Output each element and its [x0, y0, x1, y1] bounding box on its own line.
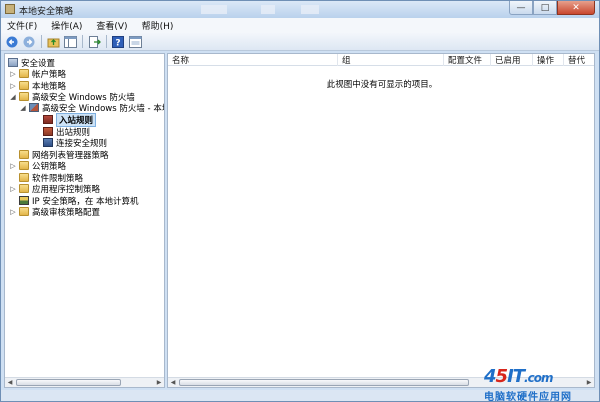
folder-icon [19, 207, 29, 216]
up-one-level-button[interactable] [46, 35, 60, 49]
column-header-enabled[interactable]: 已启用 [491, 54, 533, 66]
app-window: 本地安全策略 — □ ✕ 文件(F) 操作(A) 查看(V) 帮助(H) ? 安… [0, 0, 600, 402]
column-header-name[interactable]: 名称 [168, 54, 338, 66]
minimize-icon: — [516, 2, 526, 13]
forward-button[interactable] [22, 35, 36, 49]
collapse-icon[interactable]: ◢ [19, 104, 27, 112]
tree-item[interactable]: ◢ 高级安全 Windows 防火墙 [9, 91, 135, 103]
toolbar-separator [106, 35, 107, 48]
folder-icon [19, 81, 29, 90]
scrollbar-thumb[interactable] [16, 379, 121, 386]
tree-item[interactable]: ▷ 高级审核策略配置 [9, 206, 101, 218]
tree-item[interactable]: 软件限制策略 [19, 172, 83, 184]
expand-icon[interactable]: ▷ [9, 208, 17, 216]
security-settings-icon [8, 58, 18, 67]
title-bar-artifact [261, 5, 275, 14]
tree-item[interactable]: IP 安全策略，在 本地计算机 [19, 195, 139, 207]
console-tree[interactable]: 安全设置 ▷ 帐户策略 ▷ 本地策略 ◢ 高级安全 Windows 防火墙 ◢ … [4, 53, 165, 388]
site-watermark: 45IT.com 电脑软硬件应用网 [478, 366, 596, 402]
menu-help[interactable]: 帮助(H) [142, 19, 174, 32]
watermark-subtitle: 电脑软硬件应用网 [484, 392, 572, 402]
up-folder-icon [47, 38, 59, 47]
scroll-left-icon[interactable]: ◀ [168, 378, 178, 387]
tree-item[interactable]: ▷ 帐户策略 [9, 68, 67, 80]
tree-item[interactable]: ▷ 本地策略 [9, 80, 66, 92]
tree-item[interactable]: ▷ 公钥策略 [9, 160, 67, 172]
expand-icon[interactable]: ▷ [9, 82, 17, 90]
tree-item[interactable]: 网络列表管理器策略 [19, 149, 109, 161]
tree-item-label: 帐户策略 [32, 69, 67, 80]
column-header-profile[interactable]: 配置文件 [444, 54, 491, 66]
menu-file[interactable]: 文件(F) [7, 19, 37, 32]
firewall-icon [29, 103, 39, 112]
close-icon: ✕ [572, 2, 580, 13]
folder-icon [19, 173, 29, 182]
folder-icon [19, 184, 29, 193]
scroll-left-icon[interactable]: ◀ [5, 378, 15, 387]
tree-item[interactable]: 出站规则 [43, 126, 90, 138]
expand-icon[interactable]: ▷ [9, 70, 17, 78]
show-hide-tree-button[interactable] [63, 35, 77, 49]
collapse-icon[interactable]: ◢ [9, 93, 17, 101]
menu-view[interactable]: 查看(V) [96, 19, 127, 32]
connection-security-icon [43, 138, 53, 147]
outbound-rules-icon [43, 127, 53, 136]
tree-item-label: 入站规则 [56, 112, 97, 127]
help-button[interactable]: ? [111, 35, 125, 49]
minimize-button[interactable]: — [509, 1, 533, 15]
title-bar-artifact [301, 5, 319, 14]
app-icon [5, 4, 15, 14]
folder-icon [19, 150, 29, 159]
expand-icon[interactable]: ▷ [9, 185, 17, 193]
back-icon [6, 36, 18, 47]
list-header: 名称 组 配置文件 已启用 操作 替代 [168, 54, 594, 66]
title-bar-artifact [201, 5, 227, 14]
tree-item-label: 应用程序控制策略 [32, 184, 101, 195]
expand-icon[interactable]: ▷ [9, 162, 17, 170]
folder-icon [19, 92, 29, 101]
title-bar[interactable]: 本地安全策略 — □ ✕ [1, 1, 599, 18]
window-controls: — □ ✕ [509, 1, 595, 16]
window-title: 本地安全策略 [19, 7, 74, 17]
empty-view-message: 此视图中没有可显示的项目。 [326, 80, 438, 90]
folder-icon [19, 161, 29, 170]
export-list-icon [88, 35, 101, 48]
close-button[interactable]: ✕ [557, 1, 595, 15]
help-icon: ? [112, 35, 124, 48]
tree-item-label: 高级审核策略配置 [32, 207, 101, 218]
tree-item[interactable]: 安全设置 [8, 57, 55, 69]
toolbar-separator [41, 35, 42, 48]
tree-horizontal-scrollbar[interactable]: ◀ ▶ [5, 377, 164, 387]
tree-item[interactable]: ▷ 应用程序控制策略 [9, 183, 101, 195]
inbound-rules-icon [43, 115, 53, 124]
tree-item-selected[interactable]: 入站规则 [43, 112, 97, 127]
show-hide-tree-icon [63, 35, 77, 48]
svg-text:?: ? [115, 38, 120, 48]
export-list-button[interactable] [87, 35, 101, 49]
ip-security-icon [19, 196, 29, 205]
maximize-button[interactable]: □ [533, 1, 557, 15]
scrollbar-thumb[interactable] [179, 379, 469, 386]
menu-action[interactable]: 操作(A) [51, 19, 82, 32]
tree-item-label: 公钥策略 [32, 161, 67, 172]
watermark-logo: 45IT.com [484, 366, 553, 387]
column-header-override[interactable]: 替代 [564, 54, 594, 66]
results-pane: 名称 组 配置文件 已启用 操作 替代 此视图中没有可显示的项目。 ◀ ▶ [167, 53, 595, 388]
maximize-icon: □ [540, 2, 550, 13]
tree-item-label: 连接安全规则 [56, 138, 108, 149]
toolbar-separator [82, 35, 83, 48]
scroll-right-icon[interactable]: ▶ [154, 378, 164, 387]
tree-item[interactable]: ◢ 高级安全 Windows 防火墙 - 本地组 [19, 102, 164, 114]
toolbar: ? [1, 33, 599, 51]
forward-icon [23, 36, 35, 47]
folder-icon [19, 69, 29, 78]
menu-bar: 文件(F) 操作(A) 查看(V) 帮助(H) [1, 18, 599, 33]
properties-button[interactable] [128, 35, 142, 49]
properties-icon [128, 35, 142, 48]
tree-item[interactable]: 连接安全规则 [43, 137, 108, 149]
column-header-action[interactable]: 操作 [533, 54, 564, 66]
column-header-group[interactable]: 组 [338, 54, 444, 66]
back-button[interactable] [5, 35, 19, 49]
